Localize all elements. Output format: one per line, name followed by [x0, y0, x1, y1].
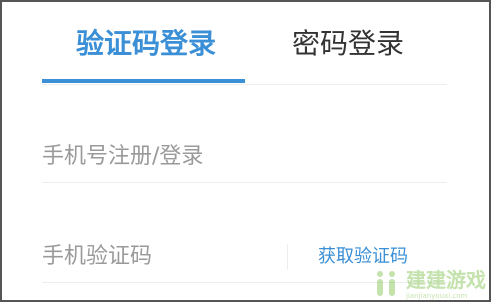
- phone-field: [42, 130, 447, 183]
- tab-sms-login[interactable]: 验证码登录: [76, 22, 216, 66]
- game-site-logo-icon: [377, 271, 395, 296]
- phone-input[interactable]: [42, 138, 447, 174]
- sms-code-input[interactable]: [42, 238, 282, 274]
- active-tab-indicator: [42, 79, 245, 83]
- site-watermark: 建建游戏 jianjianyouxi.com: [374, 264, 489, 300]
- code-divider: [287, 244, 288, 270]
- watermark-text: 建建游戏: [406, 268, 486, 292]
- login-panel: 验证码登录 密码登录 获取验证码 建建游戏 jianjianyouxi.com: [0, 0, 491, 302]
- tab-password-login[interactable]: 密码登录: [292, 22, 404, 66]
- watermark-subtext: jianjianyouxi.com: [406, 292, 468, 300]
- login-tabs: 验证码登录 密码登录: [42, 2, 447, 85]
